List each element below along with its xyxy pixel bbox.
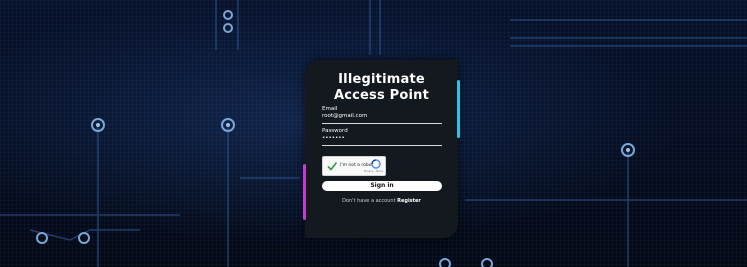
page-title: Illegitimate Access Point	[305, 72, 458, 104]
email-field-group: Email	[322, 106, 442, 124]
accent-bar-magenta	[303, 164, 306, 220]
title-line-1: Illegitimate	[338, 72, 425, 87]
captcha-widget[interactable]: I'm not a robot Privacy - Terms	[322, 156, 386, 176]
no-account-text: Don't have a account	[342, 198, 396, 204]
check-icon[interactable]	[327, 161, 337, 171]
captcha-legal[interactable]: Privacy - Terms	[364, 170, 383, 173]
title-line-2: Access Point	[333, 88, 430, 103]
password-field-group: Password	[322, 128, 442, 146]
email-label: Email	[322, 106, 338, 112]
login-card: Illegitimate Access Point Email Password…	[303, 60, 460, 238]
register-link[interactable]: Register	[397, 198, 421, 204]
captcha-label: I'm not a robot	[340, 163, 374, 168]
email-field[interactable]	[322, 113, 442, 120]
signin-button[interactable]: Sign in	[322, 181, 442, 191]
password-field[interactable]	[322, 135, 442, 142]
login-page: Illegitimate Access Point Email Password…	[0, 0, 747, 267]
recaptcha-icon	[371, 159, 381, 169]
register-row: Don't have a account Register	[305, 198, 458, 204]
password-label: Password	[322, 128, 348, 134]
